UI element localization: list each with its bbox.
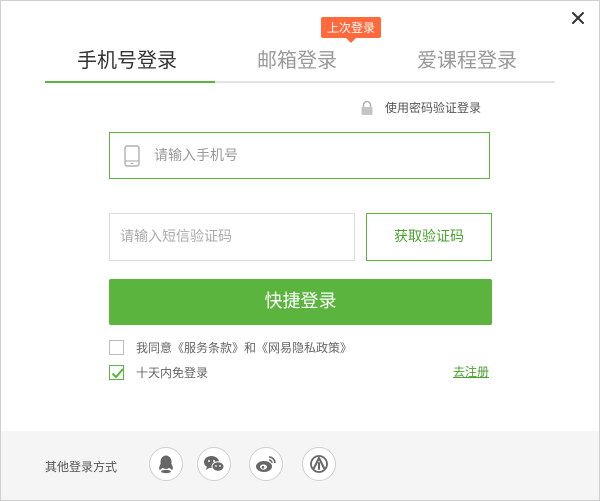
qq-icon (159, 455, 173, 474)
phone-input[interactable] (154, 133, 474, 178)
close-button[interactable] (569, 9, 587, 27)
tab-email-login[interactable]: 邮箱登录 (257, 44, 337, 73)
agreement-checkbox[interactable] (109, 340, 124, 355)
remember-label: 十天内免登录 (136, 366, 209, 380)
lock-icon (361, 100, 373, 115)
sms-code-field[interactable] (109, 213, 355, 261)
active-tab-indicator (45, 81, 215, 83)
weibo-icon (256, 456, 276, 472)
agreement-row: 我同意《服务条款》和《网易隐私政策》 (109, 339, 352, 356)
agreement-label: 我同意《服务条款》和《网易隐私政策》 (136, 341, 353, 355)
password-login-link[interactable]: 使用密码验证登录 (359, 99, 481, 116)
sms-code-input[interactable] (120, 214, 345, 260)
checkmark-icon (111, 368, 124, 379)
remember-row: 十天内免登录 (109, 364, 208, 381)
tab-phone-login[interactable]: 手机号登录 (77, 44, 177, 73)
phone-field[interactable] (109, 132, 490, 179)
icourse-login-button[interactable] (302, 447, 336, 481)
quick-login-button[interactable]: 快捷登录 (109, 279, 492, 325)
get-code-button[interactable]: 获取验证码 (366, 213, 492, 261)
login-tabs: 手机号登录 邮箱登录 爱课程登录 (45, 41, 555, 83)
last-login-badge: 上次登录 (321, 17, 382, 43)
close-icon (572, 12, 584, 24)
remember-checkbox[interactable] (109, 365, 124, 380)
wechat-icon (204, 456, 225, 472)
weibo-login-button[interactable] (249, 447, 283, 481)
tab-icourse-login[interactable]: 爱课程登录 (417, 44, 517, 73)
wechat-login-button[interactable] (197, 447, 231, 481)
qq-login-button[interactable] (149, 447, 183, 481)
login-dialog: 手机号登录 邮箱登录 爱课程登录 上次登录 使用密码验证登录 获取验证码 快捷登… (0, 0, 600, 501)
footer: 其他登录方式 (1, 431, 599, 500)
password-login-label: 使用密码验证登录 (385, 101, 482, 115)
register-link[interactable]: 去注册 (453, 363, 489, 380)
other-login-label: 其他登录方式 (45, 460, 118, 474)
mobile-phone-icon (124, 145, 140, 167)
icourse-icon (310, 455, 328, 473)
